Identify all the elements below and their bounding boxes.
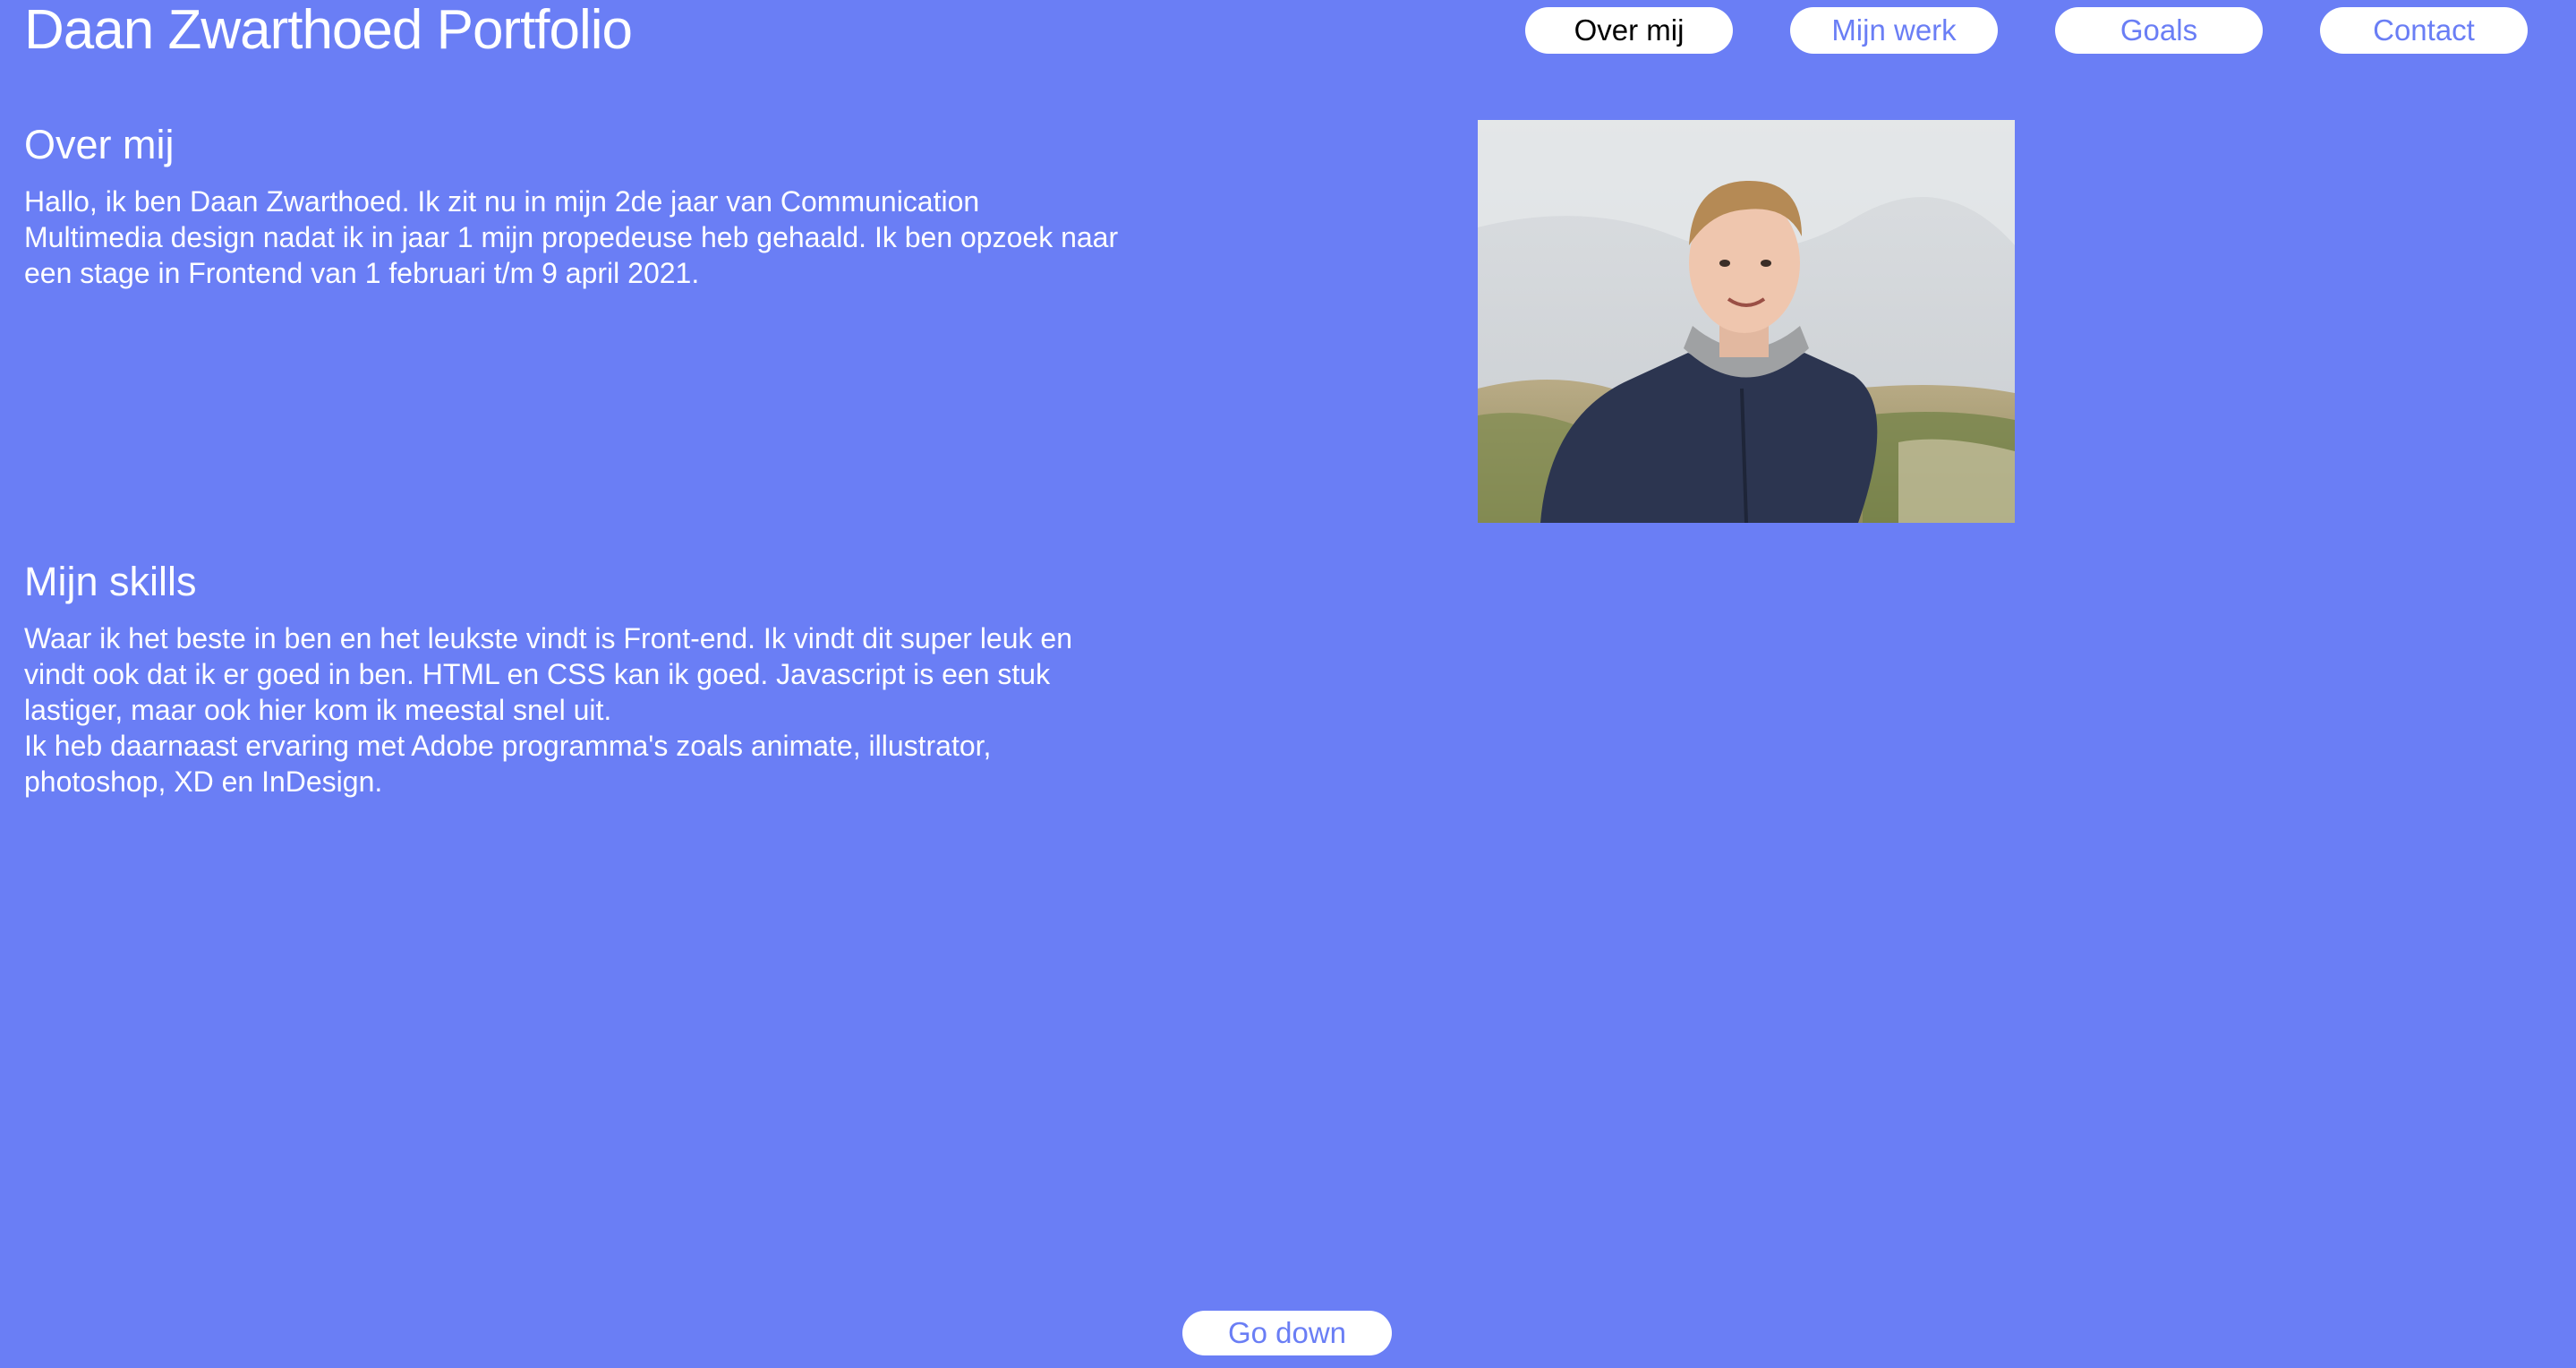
about-text: Hallo, ik ben Daan Zwarthoed. Ik zit nu … <box>24 185 1119 289</box>
skills-text: Waar ik het beste in ben en het leukste … <box>24 622 1072 798</box>
nav-mijn-werk-button[interactable]: Mijn werk <box>1790 7 1998 54</box>
nav-over-mij-button[interactable]: Over mij <box>1525 7 1733 54</box>
nav-contact-button[interactable]: Contact <box>2320 7 2528 54</box>
skills-heading: Mijn skills <box>24 559 197 604</box>
about-heading: Over mij <box>24 122 175 167</box>
site-title: Daan Zwarthoed Portfolio <box>24 0 633 61</box>
main-nav: Over mij Mijn werk Goals Contact <box>1525 7 2528 54</box>
go-down-button[interactable]: Go down <box>1182 1311 1392 1355</box>
nav-goals-button[interactable]: Goals <box>2055 7 2263 54</box>
profile-photo <box>1478 120 2015 523</box>
